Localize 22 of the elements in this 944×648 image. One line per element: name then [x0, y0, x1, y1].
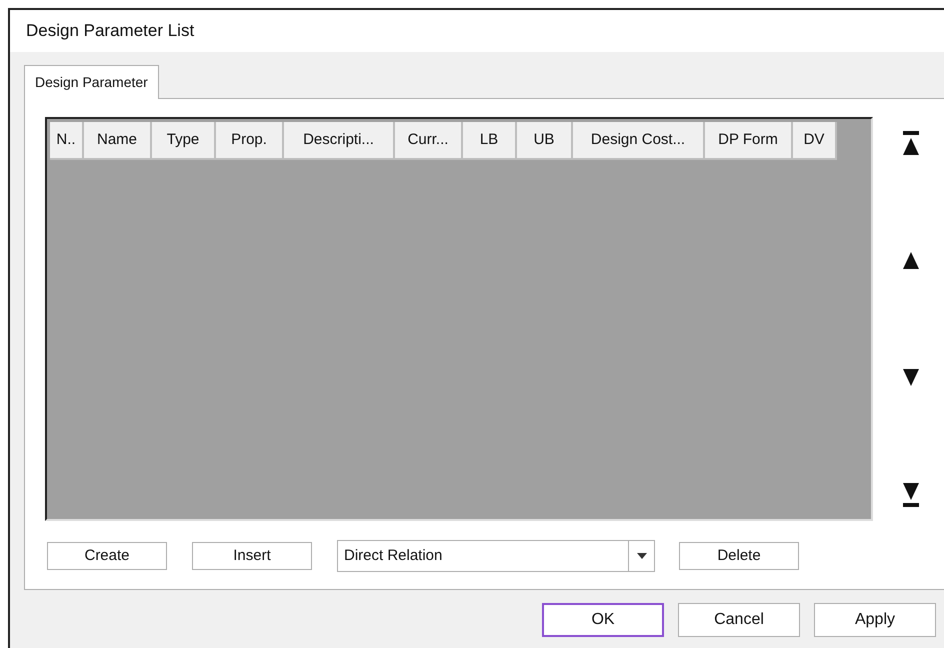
panel-button[interactable]: Insert — [192, 542, 312, 570]
caret-icon — [636, 553, 646, 559]
column-header[interactable]: Curr... — [395, 122, 463, 160]
column-header[interactable]: DV — [793, 122, 837, 160]
column-header[interactable]: Name — [84, 122, 152, 160]
column-header[interactable]: LB — [463, 122, 517, 160]
column-header[interactable]: Type — [152, 122, 216, 160]
dialog-button[interactable]: Apply — [814, 603, 936, 637]
column-header[interactable]: Design Cost... — [573, 122, 705, 160]
column-header[interactable]: N.. — [50, 122, 84, 160]
dialog-button[interactable]: Cancel — [678, 603, 800, 637]
tab[interactable]: Design Parameter — [24, 65, 159, 99]
panel-button[interactable]: Create — [47, 542, 167, 570]
window-title: Design Parameter List — [26, 20, 194, 42]
column-header[interactable]: Prop. — [216, 122, 284, 160]
relation-dropdown[interactable]: Direct Relation — [337, 540, 655, 572]
column-header[interactable]: DP Form — [705, 122, 793, 160]
column-header[interactable]: UB — [517, 122, 573, 160]
column-header[interactable]: Descripti... — [284, 122, 395, 160]
dialog-button[interactable]: OK — [542, 603, 664, 637]
panel-button[interactable]: Delete — [679, 542, 799, 570]
dropdown-value: Direct Relation — [343, 546, 444, 566]
